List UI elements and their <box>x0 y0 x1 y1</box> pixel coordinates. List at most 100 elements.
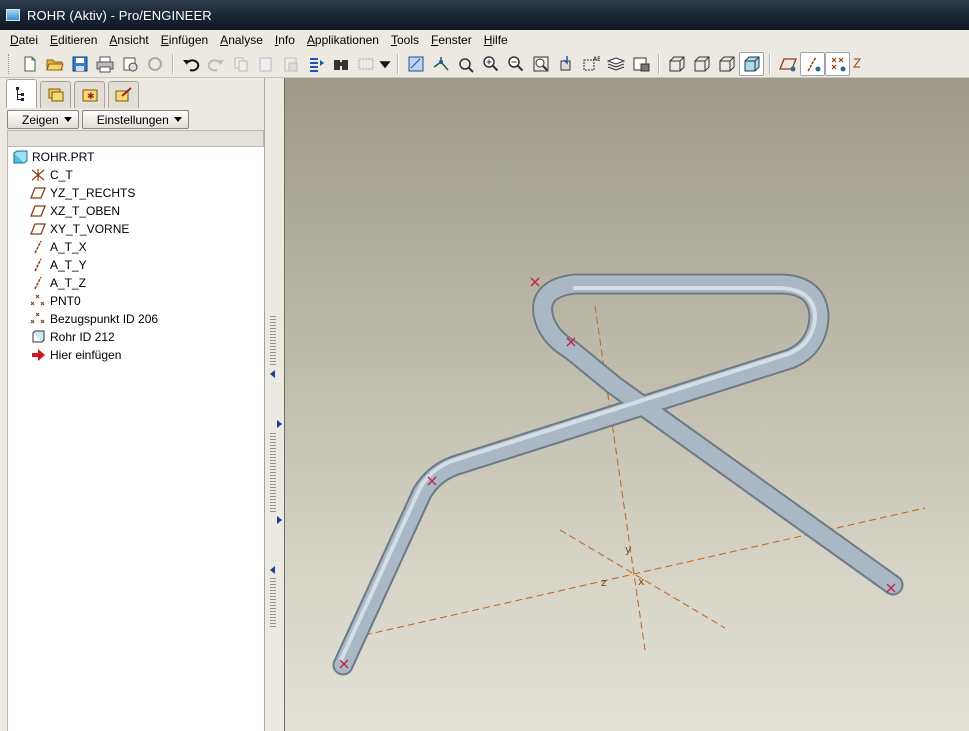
menu-einfuegen[interactable]: Einfügen <box>155 33 214 47</box>
save-icon[interactable] <box>67 52 92 76</box>
copy-icon[interactable] <box>228 52 253 76</box>
tree-item-label: XZ_T_OBEN <box>50 204 121 218</box>
shading-icon[interactable] <box>739 51 764 76</box>
datum-points-icon[interactable] <box>825 51 850 76</box>
menu-tools[interactable]: Tools <box>385 33 425 47</box>
reorient-icon[interactable] <box>553 52 578 76</box>
navigator-panel: ✱ Zeigen Einstellungen ROHR.PRT C_T YZ_T… <box>0 78 270 731</box>
tree-item-label: PNT0 <box>50 294 81 308</box>
paste-special-icon[interactable] <box>278 52 303 76</box>
splitter-grip[interactable] <box>270 578 276 628</box>
datum-axis-x <box>364 507 926 636</box>
expand-right-icon[interactable] <box>277 420 282 428</box>
datum-axes-icon[interactable] <box>800 51 825 76</box>
tree-item-label: C_T <box>50 168 73 182</box>
axis-label-y: y <box>625 543 632 556</box>
pipe-feature-icon <box>32 330 45 343</box>
spin-center-icon[interactable] <box>428 52 453 76</box>
print-icon[interactable] <box>92 52 117 76</box>
toolbar-separator <box>172 53 173 74</box>
open-folder-icon[interactable] <box>42 52 67 76</box>
refit-icon[interactable] <box>528 52 553 76</box>
menu-datei[interactable]: Datei <box>4 33 44 47</box>
repaint-icon[interactable] <box>403 52 428 76</box>
redo-icon[interactable] <box>203 52 228 76</box>
tree-item-a-t-z[interactable]: A_T_Z <box>30 274 86 292</box>
menu-editieren[interactable]: Editieren <box>44 33 103 47</box>
coord-sys-icon[interactable] <box>850 52 864 76</box>
menu-applikationen[interactable]: Applikationen <box>301 33 385 47</box>
menu-ansicht[interactable]: Ansicht <box>103 33 154 47</box>
show-button-label: Zeigen <box>22 112 59 127</box>
menu-analyse[interactable]: Analyse <box>214 33 269 47</box>
collapse-left-icon[interactable] <box>270 566 275 574</box>
tree-item-xy-t-vorne[interactable]: XY_T_VORNE <box>30 220 129 238</box>
regenerate-icon[interactable] <box>303 52 328 76</box>
settings-button-label: Einstellungen <box>96 112 169 127</box>
tree-item-label: YZ_T_RECHTS <box>50 186 136 200</box>
app-icon <box>6 9 20 21</box>
tree-item-label: Hier einfügen <box>50 348 122 362</box>
coordinate-system-icon <box>31 169 45 181</box>
menu-fenster[interactable]: Fenster <box>425 33 478 47</box>
view-manager-icon[interactable] <box>628 52 653 76</box>
hidden-line-icon[interactable] <box>689 52 714 76</box>
no-hidden-icon[interactable] <box>714 52 739 76</box>
tree-item-a-t-y[interactable]: A_T_Y <box>30 256 87 274</box>
show-dropdown-button[interactable]: Zeigen <box>7 110 79 129</box>
expand-right-icon[interactable] <box>277 516 282 524</box>
menu-info[interactable]: Info <box>269 33 301 47</box>
tree-item-label: A_T_Z <box>50 276 87 290</box>
undo-icon[interactable] <box>178 52 203 76</box>
panel-splitter[interactable] <box>264 78 284 731</box>
tree-item-insert-here[interactable]: Hier einfügen <box>30 346 121 364</box>
toolbar-separator <box>658 53 659 74</box>
datum-plane-icon <box>30 205 46 217</box>
zoom-out-icon[interactable] <box>503 52 528 76</box>
tree-item-a-t-x[interactable]: A_T_X <box>30 238 87 256</box>
window-title: ROHR (Aktiv) - Pro/ENGINEER <box>27 7 212 23</box>
collapse-left-icon[interactable] <box>270 370 275 378</box>
find-icon[interactable] <box>328 52 353 76</box>
svg-text:AB: AB <box>593 56 600 63</box>
tree-item-pnt0[interactable]: PNT0 <box>30 292 81 310</box>
model-tree-tab[interactable] <box>6 79 37 108</box>
title-bar: ROHR (Aktiv) - Pro/ENGINEER <box>0 0 969 30</box>
tree-item-yz-t-rechts[interactable]: YZ_T_RECHTS <box>30 184 135 202</box>
tree-column-header <box>7 130 264 147</box>
new-file-icon[interactable] <box>17 52 42 76</box>
saved-views-icon[interactable]: AB <box>578 52 603 76</box>
orient-mode-icon[interactable] <box>453 52 478 76</box>
tree-item-bezugspunkt[interactable]: Bezugspunkt ID 206 <box>30 310 158 328</box>
splitter-grip[interactable] <box>270 433 276 513</box>
favorites-tab[interactable]: ✱ <box>74 81 105 108</box>
datum-axis-y <box>594 305 646 651</box>
datum-axis-icon <box>34 276 42 290</box>
datum-point-icon <box>30 294 45 306</box>
datum-point-marker <box>530 277 540 287</box>
tree-item-rohr-prt[interactable]: ROHR.PRT <box>12 148 94 166</box>
graphics-viewport[interactable]: y z x <box>284 78 969 731</box>
toolbar-separator <box>769 53 770 74</box>
datum-planes-icon[interactable] <box>775 52 800 76</box>
tree-item-rohr[interactable]: Rohr ID 212 <box>30 328 115 346</box>
settings-dropdown-button[interactable]: Einstellungen <box>81 110 189 129</box>
tree-item-label: A_T_Y <box>50 258 87 272</box>
tree-item-xz-t-oben[interactable]: XZ_T_OBEN <box>30 202 120 220</box>
pipe-model <box>332 273 904 676</box>
dropdown-icon[interactable] <box>378 52 392 76</box>
folder-browser-tab[interactable] <box>40 81 71 108</box>
select-box-icon[interactable] <box>353 52 378 76</box>
send-mail-icon[interactable] <box>117 52 142 76</box>
layers-icon[interactable] <box>603 52 628 76</box>
model-graphics: y z x <box>332 273 926 676</box>
tree-item-c-t[interactable]: C_T <box>30 166 73 184</box>
connections-tab[interactable] <box>108 81 139 108</box>
menu-hilfe[interactable]: Hilfe <box>478 33 514 47</box>
paste-icon[interactable] <box>253 52 278 76</box>
zoom-in-icon[interactable] <box>478 52 503 76</box>
toolbar-grip[interactable] <box>8 53 11 74</box>
wireframe-icon[interactable] <box>664 52 689 76</box>
share-icon[interactable] <box>142 52 167 76</box>
splitter-grip[interactable] <box>270 316 276 366</box>
